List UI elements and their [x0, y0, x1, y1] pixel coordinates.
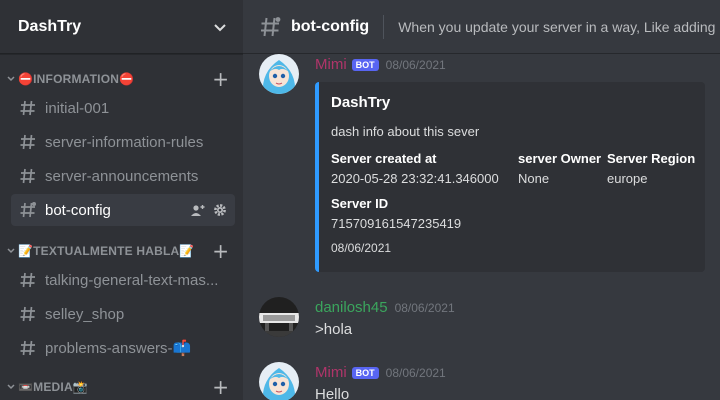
embed-description: dash info about this sever [331, 124, 480, 139]
avatar[interactable] [259, 362, 299, 400]
category-label: 📼MEDIA📸 [18, 380, 88, 394]
channel-server-announcements[interactable]: server-announcements [11, 160, 235, 192]
message: danilosh45 08/06/2021 >hola [243, 297, 720, 347]
header-divider [383, 14, 385, 39]
message: Mimi BOT 08/06/2021 Hello [243, 362, 720, 400]
channel-selley-shop[interactable]: selley_shop [11, 298, 235, 330]
timestamp: 08/06/2021 [385, 57, 446, 72]
embed-field-name: Server created at [331, 151, 437, 166]
channel-title: bot-config [291, 17, 370, 35]
embed-title: DashTry [331, 94, 391, 111]
channel-name: server-information-rules [45, 133, 204, 151]
channel-problems-answers[interactable]: problems-answers-📫 [11, 332, 235, 364]
timestamp: 08/06/2021 [394, 300, 455, 315]
avatar[interactable] [259, 297, 299, 337]
category-information[interactable]: ⛔INFORMATION⛔ + [0, 68, 243, 90]
channel-server-information-rules[interactable]: server-information-rules [11, 126, 235, 158]
text-channel-icon [20, 100, 35, 116]
channel-name: selley_shop [45, 305, 125, 323]
chevron-down-icon [7, 248, 15, 254]
bot-tag: BOT [351, 58, 379, 71]
bot-tag: BOT [351, 366, 379, 379]
embed-footer: 08/06/2021 [331, 241, 392, 255]
channel-name: bot-config [45, 201, 111, 219]
embed-field-name: server Owner [518, 151, 602, 166]
add-channel-icon[interactable]: + [212, 69, 229, 89]
embed-field-name: Server Region [607, 151, 696, 166]
embed-field-value: 2020-05-28 23:32:41.346000 [331, 171, 499, 186]
channel-name: problems-answers-📫 [45, 340, 192, 357]
embed-field-value: 715709161547235419 [331, 216, 462, 231]
channel-name: server-announcements [45, 167, 199, 185]
embed-field-value: europe [607, 171, 648, 186]
invite-member-icon[interactable] [190, 203, 206, 217]
avatar[interactable] [259, 54, 299, 94]
author-name[interactable]: Mimi [315, 364, 347, 381]
gear-icon[interactable] [213, 203, 227, 217]
server-name: DashTry [18, 17, 82, 35]
text-channel-icon [20, 340, 35, 356]
author-name[interactable]: danilosh45 [315, 299, 388, 316]
category-label: ⛔INFORMATION⛔ [18, 72, 135, 86]
channel-name: initial-001 [45, 99, 110, 117]
channel-bot-config[interactable]: bot-config [11, 194, 235, 226]
author-name[interactable]: Mimi [315, 56, 347, 73]
text-channel-icon [20, 168, 35, 184]
add-channel-icon[interactable]: + [212, 241, 229, 261]
category-textualmente-habla[interactable]: 📝TEXTUALMENTE HABLA📝 + [0, 240, 243, 262]
category-label: 📝TEXTUALMENTE HABLA📝 [18, 244, 195, 258]
embed-field-value: None [518, 171, 550, 186]
text-channel-icon [20, 306, 35, 322]
embed-field-name: Server ID [331, 196, 389, 211]
chevron-down-icon [7, 76, 15, 82]
server-header[interactable]: DashTry [0, 0, 243, 54]
message-embed: DashTry dash info about this sever Serve… [315, 82, 705, 272]
channel-initial-001[interactable]: initial-001 [11, 92, 235, 124]
channel-name: talking-general-text-mas... [45, 271, 219, 289]
add-channel-icon[interactable]: + [212, 377, 229, 397]
channel-header: bot-config When you update your server i… [243, 0, 720, 54]
message-text: Hello [315, 386, 350, 400]
channel-sidebar: DashTry ⛔INFORMATION⛔ + initial-001 serv… [0, 0, 243, 400]
text-channel-icon [20, 272, 35, 288]
chevron-down-icon [214, 23, 226, 31]
channel-talking-general[interactable]: talking-general-text-mas... [11, 264, 235, 296]
locked-text-channel-icon [20, 202, 36, 218]
category-media[interactable]: 📼MEDIA📸 + [0, 376, 243, 398]
message-text: >hola [315, 321, 353, 338]
channel-topic[interactable]: When you update your server in a way, Li… [398, 19, 720, 35]
text-channel-icon [20, 134, 35, 150]
timestamp: 08/06/2021 [385, 365, 446, 380]
locked-text-channel-icon [261, 16, 281, 36]
chevron-down-icon [7, 384, 15, 390]
